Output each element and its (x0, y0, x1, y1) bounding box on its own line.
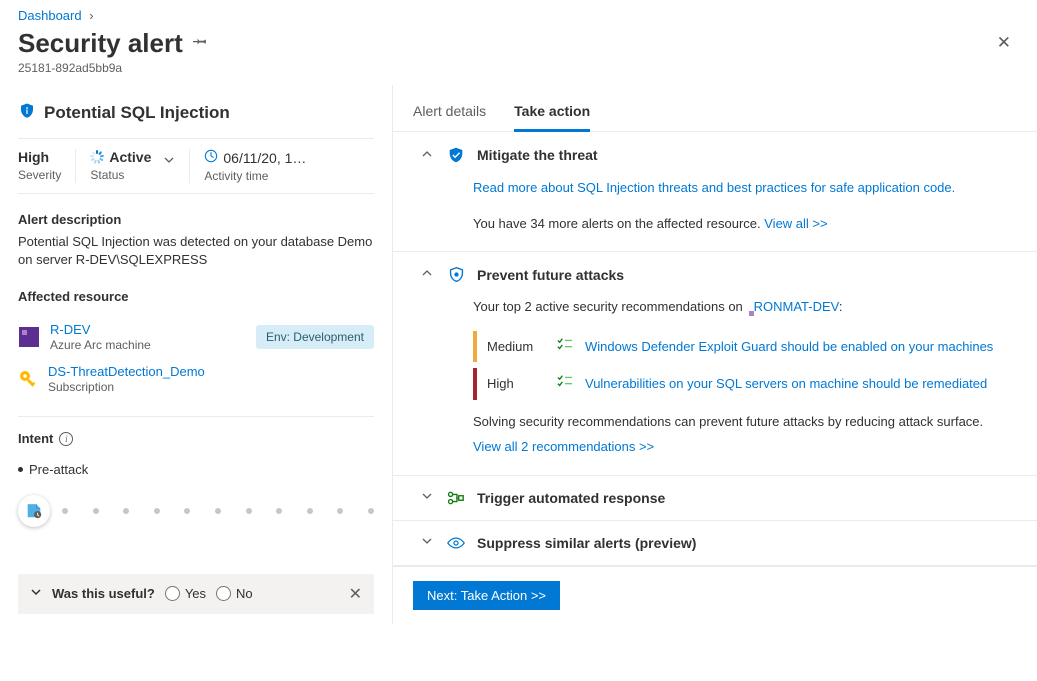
chevron-down-icon[interactable] (30, 586, 42, 601)
description-heading: Alert description (18, 212, 374, 227)
kill-chain-node-icon (18, 495, 50, 527)
affected-subscription-link[interactable]: DS-ThreatDetection_Demo (48, 364, 205, 379)
intent-stage: Pre-attack (18, 462, 374, 477)
recommendation-row: High Vulnerabilities on your SQL servers… (473, 368, 1017, 400)
alert-stats: High Severity Active Status (18, 138, 374, 194)
trigger-title: Trigger automated response (477, 490, 665, 506)
suppress-title: Suppress similar alerts (preview) (477, 535, 696, 551)
status-label: Status (90, 168, 151, 182)
affected-resource-row: DS-ThreatDetection_Demo Subscription (18, 364, 374, 394)
pin-icon[interactable] (193, 34, 207, 52)
key-icon (18, 369, 38, 389)
affected-subscription-type: Subscription (48, 380, 205, 394)
vm-icon (18, 326, 40, 348)
severity-value: High (18, 149, 61, 165)
activity-value: 06/11/20, 1… (223, 150, 306, 166)
view-all-alerts-link[interactable]: View all >> (764, 216, 827, 231)
status-value: Active (109, 149, 151, 165)
feedback-yes[interactable]: Yes (165, 586, 206, 601)
checklist-icon (557, 374, 573, 394)
accordion-suppress-header[interactable]: Suppress similar alerts (preview) (393, 521, 1037, 565)
shield-warning-icon (18, 101, 36, 124)
affected-resource-row: R-DEV Azure Arc machine Env: Development (18, 322, 374, 352)
workflow-icon (447, 490, 465, 506)
rec-severity: High (487, 374, 545, 394)
affected-resource-type: Azure Arc machine (50, 338, 151, 352)
recommendation-link[interactable]: Vulnerabilities on your SQL servers on m… (585, 374, 987, 394)
shield-check-icon (447, 146, 465, 164)
feedback-no[interactable]: No (216, 586, 253, 601)
description-text: Potential SQL Injection was detected on … (18, 233, 374, 269)
mitigate-title: Mitigate the threat (477, 147, 598, 163)
close-icon[interactable]: ✕ (989, 25, 1019, 61)
chevron-up-icon (421, 148, 435, 163)
checklist-icon (557, 337, 573, 357)
status-chevron-down-icon[interactable] (163, 154, 175, 169)
breadcrumb: Dashboard › (0, 0, 1037, 25)
prevent-note: Solving security recommendations can pre… (473, 412, 1017, 432)
next-take-action-button[interactable]: Next: Take Action >> (413, 581, 560, 610)
shield-icon (447, 266, 465, 283)
view-all-recs-link[interactable]: View all 2 recommendations >> (473, 439, 654, 454)
page-title: Security alert (18, 28, 183, 59)
spinner-icon (90, 150, 104, 164)
recommendation-link[interactable]: Windows Defender Exploit Guard should be… (585, 337, 993, 357)
rec-severity: Medium (487, 337, 545, 357)
feedback-question: Was this useful? (52, 586, 155, 601)
affected-heading: Affected resource (18, 289, 374, 304)
accordion-mitigate-header[interactable]: Mitigate the threat (393, 132, 1037, 178)
clock-icon (204, 149, 218, 166)
alert-name: Potential SQL Injection (44, 103, 230, 123)
severity-label: Severity (18, 168, 61, 182)
dismiss-icon[interactable]: ✕ (349, 584, 362, 604)
more-alerts-text: You have 34 more alerts on the affected … (473, 216, 764, 231)
chevron-down-icon (421, 490, 435, 505)
info-icon[interactable]: i (59, 432, 73, 446)
recommendation-row: Medium Windows Defender Exploit Guard sh… (473, 331, 1017, 363)
tab-take-action[interactable]: Take action (514, 91, 590, 132)
activity-label: Activity time (204, 169, 306, 183)
sql-injection-docs-link[interactable]: Read more about SQL Injection threats an… (473, 180, 955, 195)
breadcrumb-dashboard-link[interactable]: Dashboard (18, 8, 82, 23)
accordion-trigger-header[interactable]: Trigger automated response (393, 476, 1037, 520)
tab-alert-details[interactable]: Alert details (413, 91, 486, 132)
chevron-right-icon: › (89, 8, 93, 23)
chevron-down-icon (421, 535, 435, 550)
alert-id: 25181-892ad5bb9a (0, 61, 1037, 85)
prevent-intro: Your top 2 active security recommendatio… (473, 299, 746, 314)
accordion-prevent-header[interactable]: Prevent future attacks (393, 252, 1037, 297)
eye-icon (447, 536, 465, 550)
environment-badge: Env: Development (256, 325, 374, 349)
affected-resource-link[interactable]: R-DEV (50, 322, 151, 337)
kill-chain (18, 495, 374, 527)
chevron-up-icon (421, 267, 435, 282)
prevent-title: Prevent future attacks (477, 267, 624, 283)
prevent-resource-link[interactable]: RONMAT-DEV (754, 299, 839, 314)
intent-heading: Intent (18, 431, 53, 446)
feedback-bar: Was this useful? Yes No ✕ (18, 574, 374, 614)
